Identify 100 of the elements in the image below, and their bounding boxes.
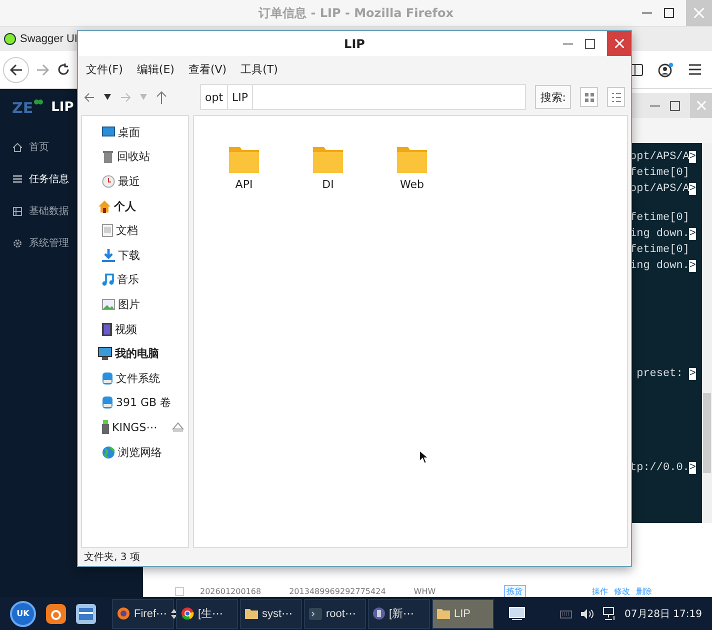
sidebar-item[interactable]: 回收站 [82,144,188,170]
menu-item[interactable]: 文件(F) [86,62,123,76]
mouse-cursor-icon [419,450,428,464]
sidebar-item[interactable]: 个人 [82,194,188,218]
back-icon[interactable] [84,92,95,102]
overflow-marker: > [689,462,696,474]
taskbar-button[interactable]: [生⋯ [176,598,238,628]
nav-item[interactable]: 任务信息 [0,163,76,195]
folder-icon [312,144,344,174]
back-button[interactable] [3,56,29,82]
sidebar-item[interactable]: 音乐 [82,268,188,292]
menu-item[interactable]: 查看(V) [188,62,227,76]
chrome-icon [181,607,194,620]
sidebar-item[interactable]: 文件系统 [82,366,188,391]
terminal-icon [309,608,322,620]
eject-icon[interactable] [172,422,184,432]
dropdown-icon[interactable] [104,94,111,100]
sidebar-item[interactable]: 391 GB 卷 [82,390,188,416]
folder-icon [228,144,260,174]
terminal-line: opt/APS/A [630,182,690,197]
sidebar-item[interactable]: KINGS⋯ [82,415,188,440]
terminal-line: preset: [636,367,684,382]
home-icon [13,142,22,152]
home-icon [98,200,111,213]
product-name: LIP [51,99,74,117]
overflow-marker: > [689,260,696,272]
folder-icon [437,608,450,619]
sidebar-item[interactable]: 图片 [82,292,188,317]
terminal-line: fetime[0] [630,211,690,226]
reload-icon[interactable] [57,63,70,76]
taskbar-button[interactable]: Firef⋯ [112,598,174,628]
volume-icon[interactable] [580,608,594,620]
maximize-icon[interactable] [585,38,595,48]
grid-icon [584,92,594,102]
show-desktop-icon[interactable] [509,607,525,620]
clock[interactable]: 07月28日 17:19 [624,606,702,620]
taskbar-button[interactable]: root⋯ [304,598,366,628]
download-icon [102,248,115,262]
sidebar-item[interactable]: 浏览网络 [82,440,188,464]
sidebar-item[interactable]: 文档 [82,218,188,243]
close-icon [614,39,624,48]
menu-item[interactable]: 编辑(E) [136,62,174,76]
sidebar-item[interactable]: 桌面 [82,120,188,145]
network-icon[interactable] [602,607,616,620]
row-checkbox[interactable] [175,587,184,596]
back-icon [9,62,23,76]
monitor-icon [98,347,112,360]
list-view-button[interactable] [607,87,625,107]
swagger-icon [4,33,16,45]
taskbar-button[interactable]: syst⋯ [240,598,302,628]
close-icon [694,8,704,18]
maximize-icon[interactable] [664,8,674,18]
video-icon [102,322,112,336]
settings-icon [13,238,22,248]
up-icon[interactable] [156,90,167,104]
table-cell: 2013489969292775424 [289,587,386,596]
table-icon [13,206,22,216]
firefox-icon[interactable] [46,604,66,624]
folder-item[interactable]: DI [308,144,348,191]
close-icon [696,101,706,110]
icon-view-button[interactable] [580,87,598,107]
nav-item[interactable]: 系统管理 [0,227,76,259]
document-icon [102,224,113,238]
scrollbar[interactable] [702,143,712,523]
search-button[interactable]: 搜索: [535,85,571,109]
document-icon [373,607,385,620]
usb-drive-icon [102,420,109,434]
nav-item[interactable]: 首页 [0,131,76,163]
maximize-icon[interactable] [670,100,680,110]
path-segment[interactable]: opt [201,85,228,109]
sidebar-item[interactable]: 我的电脑 [82,341,188,366]
overflow-marker: > [689,151,696,163]
firefox-icon [117,607,130,620]
file-manager-icon[interactable] [76,604,96,624]
menu-item[interactable]: 工具(T) [240,62,278,76]
globe-icon [102,446,115,459]
path-bar[interactable]: opt LIP [200,84,526,110]
close-button[interactable] [607,31,631,56]
drive-icon [102,396,113,410]
table-cell: WHW [414,587,436,596]
folder-item[interactable]: Web [392,144,432,191]
taskbar-button[interactable]: [新⋯ [368,598,430,628]
menu-icon[interactable] [689,64,701,75]
keyboard-icon[interactable] [560,608,572,618]
folder-item[interactable]: API [224,144,264,191]
music-note-icon [102,273,114,286]
terminal-line: tp://0.0. [630,461,690,476]
overflow-marker: > [689,228,696,240]
browser-tab[interactable]: Swagger UI [0,27,78,51]
status-text: 文件夹, 3 项 [84,550,140,564]
path-segment[interactable]: LIP [228,85,254,109]
sidebar-item[interactable]: 最近 [82,169,188,194]
taskbar-button[interactable]: LIP [432,598,494,628]
logo-text: ZE [12,99,34,117]
sidebar-item[interactable]: 下载 [82,242,188,268]
sidebar-item[interactable]: 视频 [82,316,188,342]
overflow-marker: > [689,368,696,380]
start-button[interactable]: UK [10,600,36,626]
account-icon[interactable] [658,62,674,78]
nav-item[interactable]: 基础数据 [0,195,76,227]
